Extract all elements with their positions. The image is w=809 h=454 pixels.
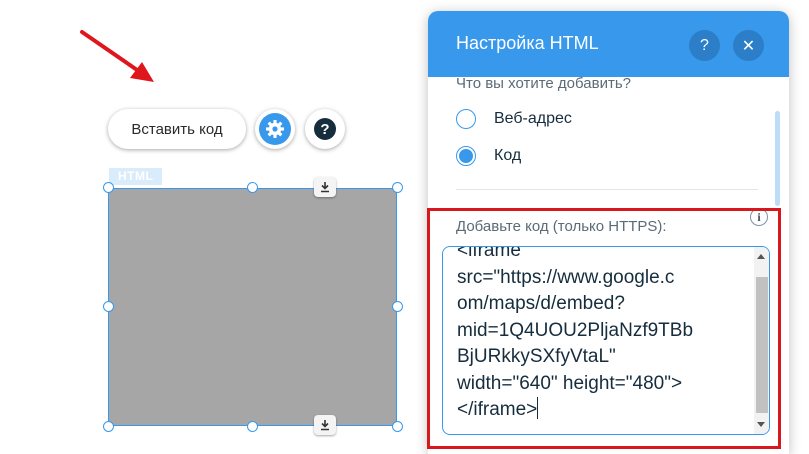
question-icon: ? (314, 118, 336, 140)
panel-title: Настройка HTML (456, 33, 599, 53)
resize-handle-middle-left[interactable] (103, 301, 114, 312)
help-button[interactable]: ? (305, 109, 345, 149)
content-type-question: Что вы хотите добавить? (456, 75, 631, 92)
option-code[interactable]: Код (456, 145, 521, 167)
stretch-down-icon (321, 420, 329, 431)
stretch-down-icon (321, 182, 329, 193)
resize-handle-top-middle[interactable] (247, 182, 258, 193)
annotation-highlight-box (427, 208, 781, 449)
option-label: Код (494, 147, 522, 164)
question-icon: ? (700, 36, 709, 54)
panel-help-button[interactable]: ? (689, 30, 720, 61)
resize-handle-bottom-left[interactable] (103, 421, 114, 432)
option-web-address[interactable]: Веб-адрес (456, 108, 572, 130)
panel-close-button[interactable]: ✕ (733, 30, 764, 61)
red-arrow-icon (80, 30, 154, 82)
resize-handle-middle-right[interactable] (392, 301, 403, 312)
resize-handle-bottom-middle[interactable] (247, 421, 258, 432)
divider (456, 189, 758, 190)
close-icon: ✕ (741, 37, 756, 55)
option-label: Веб-адрес (494, 110, 572, 127)
resize-handle-top-left[interactable] (103, 182, 114, 193)
resize-handle-top-right[interactable] (392, 182, 403, 193)
html-element-tag: HTML (109, 168, 163, 185)
settings-button[interactable] (255, 109, 295, 149)
insert-code-label: Вставить код (131, 120, 223, 138)
panel-scrollbar[interactable] (775, 111, 780, 206)
stretch-down-button-bottom[interactable] (314, 415, 336, 435)
html-embed-box[interactable] (108, 188, 397, 426)
radio-code[interactable] (456, 146, 476, 166)
panel-header: Настройка HTML ? ✕ (428, 11, 789, 77)
stretch-down-button-top[interactable] (314, 177, 336, 197)
resize-handle-bottom-right[interactable] (392, 421, 403, 432)
insert-code-button[interactable]: Вставить код (108, 109, 246, 149)
radio-web-address[interactable] (456, 109, 476, 129)
gear-icon (259, 113, 291, 145)
